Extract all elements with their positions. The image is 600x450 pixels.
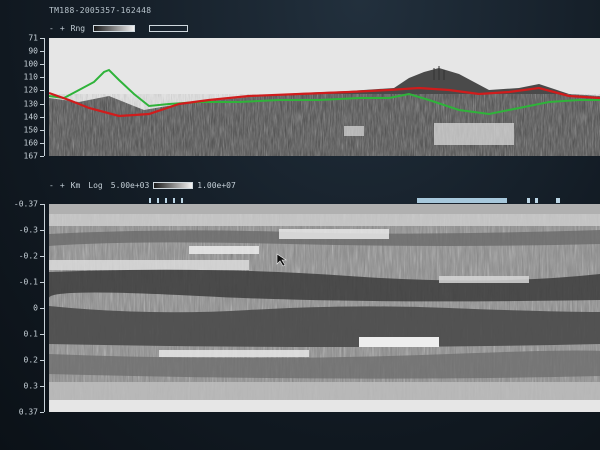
axis-tick-label: -0.2	[18, 251, 38, 261]
top-range-box[interactable]	[149, 25, 189, 32]
axis-tick-label: -0.3	[18, 225, 38, 235]
top-mode-label: Rng	[70, 24, 86, 33]
axis-tick-label: -0.37	[13, 199, 38, 209]
bottom-echogram-panel[interactable]	[49, 204, 600, 412]
axis-tick-label: 100	[23, 59, 38, 69]
scale-max-value: 1.00e+07	[197, 181, 236, 190]
top-zoom-out-button[interactable]: -	[49, 24, 54, 33]
bottom-zoom-in-button[interactable]: +	[60, 181, 65, 190]
top-echogram-image	[49, 38, 600, 156]
top-zoom-in-button[interactable]: +	[60, 24, 65, 33]
scale-label: Log	[88, 181, 103, 190]
window-title: TM188-2005357-162448	[49, 6, 152, 15]
top-panel-controls: - + Rng	[49, 24, 189, 33]
unit-label: Km	[70, 181, 81, 190]
axis-tick-label: 167	[23, 151, 38, 161]
axis-tick-label: 130	[23, 99, 38, 109]
bottom-echogram-image	[49, 204, 600, 412]
axis-tick-label: -0.1	[18, 277, 38, 287]
axis-tick-label: 0.1	[23, 329, 38, 339]
axis-tick-label: 120	[23, 85, 38, 95]
axis-tick-label: 150	[23, 125, 38, 135]
bottom-axis-line	[44, 204, 45, 412]
axis-tick	[40, 412, 44, 413]
axis-tick-label: 0.2	[23, 355, 38, 365]
axis-tick-label: 0.3	[23, 381, 38, 391]
bottom-y-axis: -0.37 -0.3 -0.2 -0.1 0 0.1 0.2 0.3 0.37	[0, 200, 44, 417]
axis-tick-label: 0.37	[18, 407, 38, 417]
bottom-zoom-out-button[interactable]: -	[49, 181, 54, 190]
top-axis-line	[44, 38, 45, 156]
axis-tick-label: 160	[23, 138, 38, 148]
scale-min-value: 5.00e+03	[110, 181, 150, 190]
bottom-grayscale-bar[interactable]	[153, 182, 194, 189]
axis-tick-label: 110	[23, 72, 38, 82]
bottom-panel-controls: - + Km Log 5.00e+03 1.00e+07	[49, 181, 236, 190]
top-y-axis: 71 90 100 110 120 130 140 150 160 167	[0, 34, 44, 161]
top-grayscale-bar[interactable]	[93, 25, 136, 32]
axis-tick-label: 140	[23, 112, 38, 122]
top-echogram-panel[interactable]	[49, 38, 600, 156]
axis-tick	[40, 156, 44, 157]
axis-tick-label: 71	[28, 33, 38, 43]
axis-tick-label: 0	[33, 303, 38, 313]
axis-tick-label: 90	[28, 46, 38, 56]
